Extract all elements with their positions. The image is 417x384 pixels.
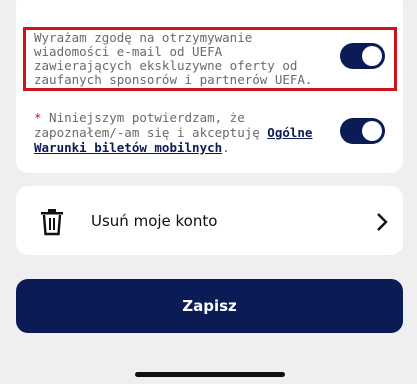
trash-icon bbox=[41, 209, 63, 236]
terms-text-before: Niniejszym potwierdzam, że zapoznałem/-a… bbox=[34, 110, 268, 140]
marketing-consent-text: Wyrażam zgodę na otrzymywanie wiadomości… bbox=[34, 30, 313, 87]
required-mark: * bbox=[34, 110, 42, 125]
marketing-consent-toggle[interactable] bbox=[340, 43, 385, 69]
terms-text-after: . bbox=[222, 140, 230, 155]
toggle-knob bbox=[362, 121, 382, 141]
home-indicator bbox=[135, 372, 285, 377]
terms-consent-text: * Niniejszym potwierdzam, że zapoznałem/… bbox=[34, 110, 324, 155]
delete-account-label: Usuń moje konto bbox=[91, 212, 218, 230]
save-button[interactable]: Zapisz bbox=[16, 279, 403, 333]
chevron-right-icon bbox=[377, 213, 388, 231]
toggle-knob bbox=[362, 46, 382, 66]
terms-consent-toggle[interactable] bbox=[340, 118, 385, 144]
